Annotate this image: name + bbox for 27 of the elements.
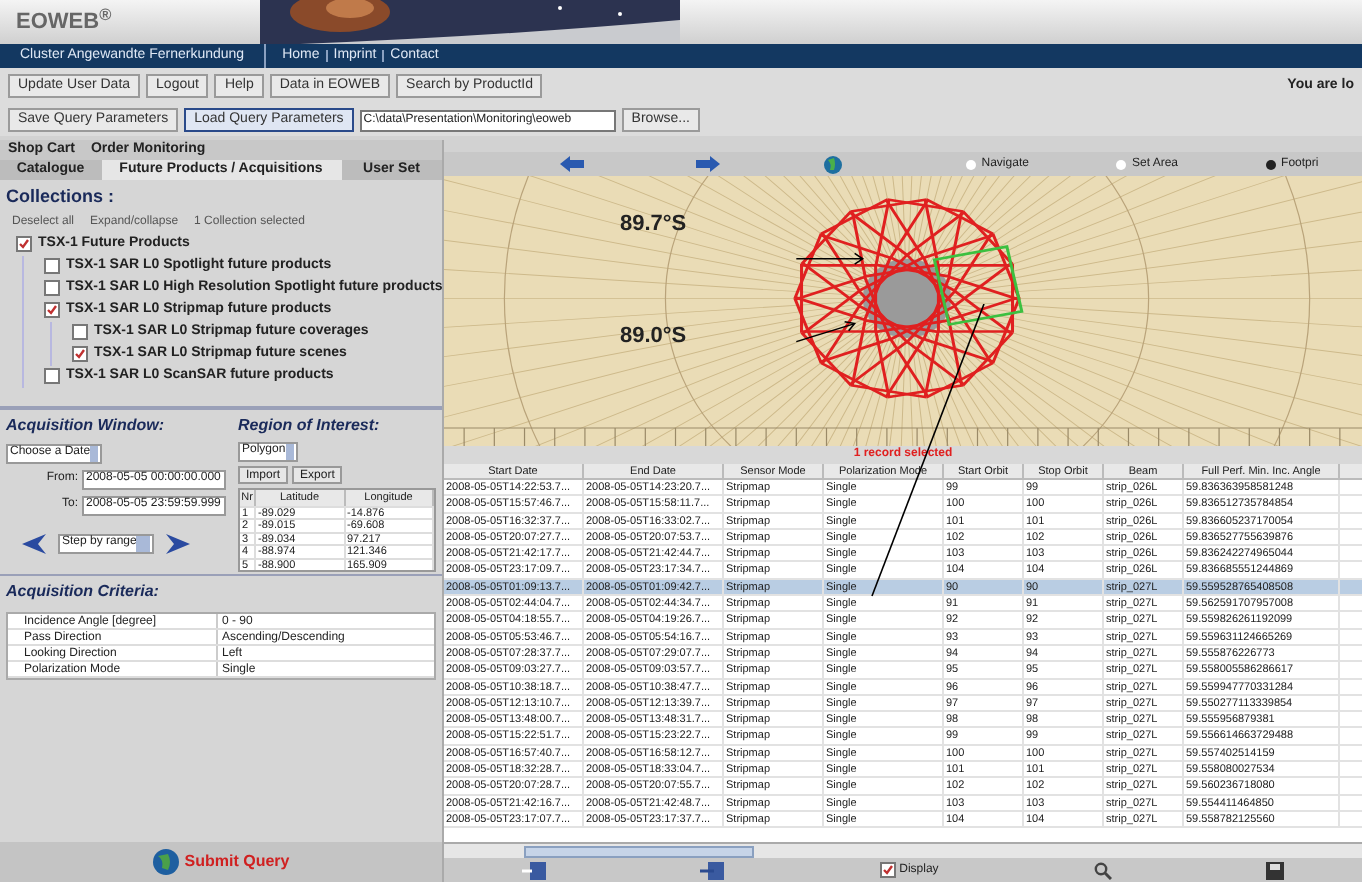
export-icon[interactable] [700, 861, 725, 879]
logo: EOWEB$^{®}$ [14, 5, 114, 38]
latitude-label: 89.0°S [620, 322, 687, 352]
section-title: Collections : [4, 184, 117, 210]
checkbox[interactable] [44, 368, 60, 384]
checkbox[interactable] [72, 324, 88, 340]
previous-arrow-icon[interactable] [22, 533, 46, 553]
checkbox[interactable] [44, 302, 60, 318]
checkbox[interactable] [879, 862, 896, 878]
checkbox[interactable] [16, 236, 32, 252]
import-icon[interactable] [521, 861, 546, 879]
checkbox[interactable] [72, 346, 88, 362]
right-arrow-icon[interactable] [696, 156, 720, 172]
latitude-label: 89.7°S [620, 210, 687, 240]
checkbox[interactable] [44, 280, 60, 296]
globe-icon [152, 848, 181, 876]
globe-icon[interactable] [824, 155, 842, 173]
section-title: Acquisition Window: [6, 413, 167, 437]
next-arrow-icon[interactable] [166, 533, 190, 553]
polar-map-drawing[interactable] [444, 176, 1362, 446]
horizontal-scrollbar[interactable] [444, 842, 1362, 858]
search-icon[interactable] [1093, 861, 1112, 879]
save-icon[interactable] [1266, 861, 1285, 879]
checkbox[interactable] [44, 258, 60, 274]
section-title: Acquisition Criteria: [6, 579, 161, 603]
section-title: Region of Interest: [238, 413, 382, 437]
left-arrow-icon[interactable] [560, 156, 584, 172]
